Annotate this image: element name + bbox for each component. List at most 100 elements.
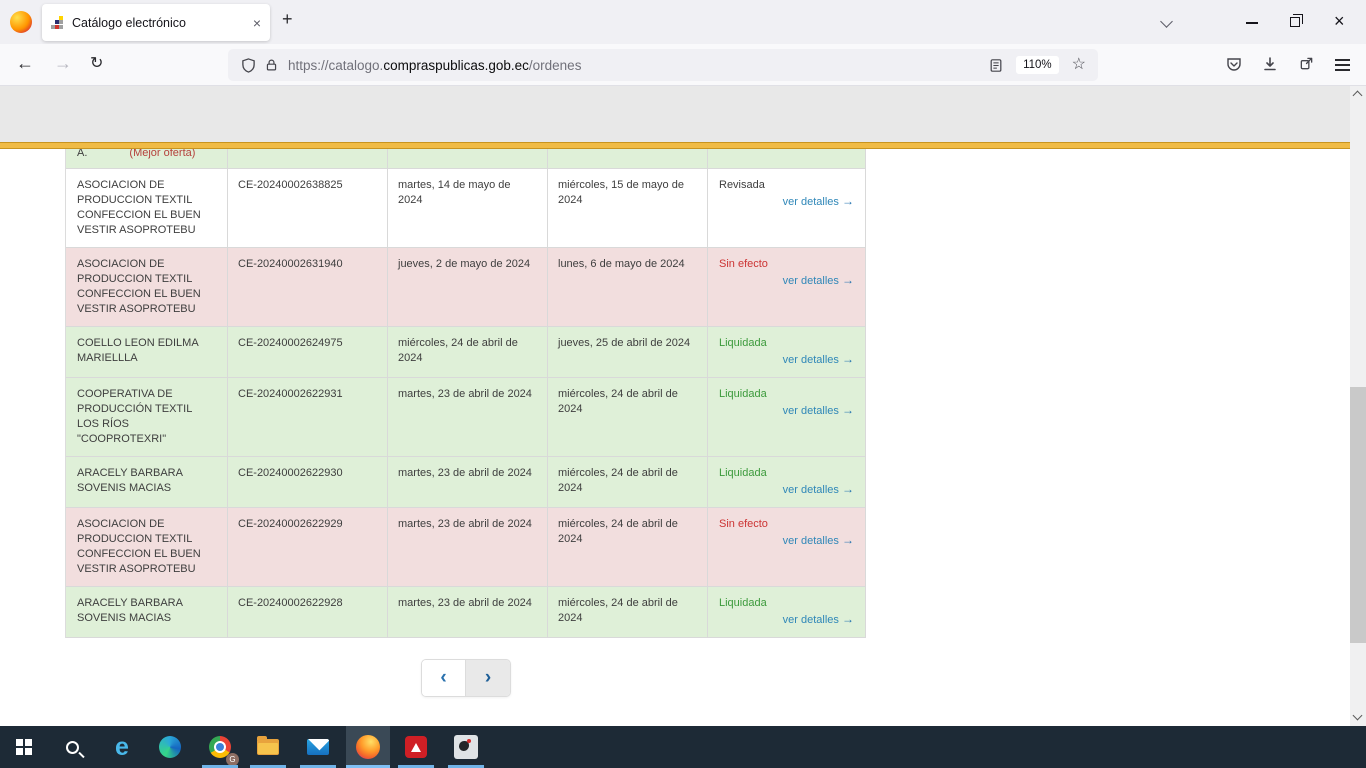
- table-row: COOPERATIVA DE PRODUCCIÓN TEXTIL LOS RÍO…: [66, 378, 866, 457]
- sent-date-cell: martes, 23 de abril de 2024: [388, 457, 548, 507]
- minimize-button[interactable]: [1246, 22, 1258, 24]
- taskbar-chrome-button[interactable]: G: [198, 726, 242, 768]
- bookmark-star-icon[interactable]: ☆: [1072, 57, 1086, 73]
- status-cell: Liquidada ver detalles →: [708, 587, 866, 637]
- url-text[interactable]: https://catalogo.compraspublicas.gob.ec/…: [288, 58, 581, 73]
- table-row: ASOCIACION DE PRODUCCION TEXTIL CONFECCI…: [66, 508, 866, 587]
- status-badge: Liquidada: [719, 466, 854, 481]
- shield-icon[interactable]: [241, 58, 256, 73]
- back-button[interactable]: ←: [16, 53, 34, 74]
- ver-detalles-link[interactable]: ver detalles: [783, 275, 839, 287]
- orders-table: A.(Mejor oferta) ASOCIACION DE PRODUCCIO…: [65, 149, 866, 638]
- taskbar-edge-button[interactable]: [148, 726, 192, 768]
- table-row: ASOCIACION DE PRODUCCION TEXTIL CONFECCI…: [66, 169, 866, 248]
- browser-titlebar: Catálogo electrónico × + ×: [0, 0, 1366, 44]
- reload-button[interactable]: ↻: [90, 53, 103, 73]
- downloads-icon[interactable]: [1262, 56, 1278, 72]
- pagination-prev-button[interactable]: ‹: [422, 660, 466, 696]
- zoom-level-button[interactable]: 110%: [1016, 56, 1059, 74]
- mail-icon: [307, 739, 329, 755]
- provider-cell: ARACELY BARBARA SOVENIS MACIAS: [66, 457, 228, 507]
- tab-list-chevron-icon[interactable]: [1160, 15, 1173, 28]
- ver-detalles-link[interactable]: ver detalles: [783, 354, 839, 366]
- taskbar-file-explorer-button[interactable]: [246, 726, 290, 768]
- reader-mode-icon[interactable]: [989, 58, 1003, 73]
- page-scrollbar[interactable]: [1350, 86, 1366, 726]
- status-badge: Revisada: [719, 178, 854, 193]
- lock-icon[interactable]: [265, 58, 278, 72]
- sent-date-cell: martes, 23 de abril de 2024: [388, 378, 548, 456]
- table-row: ARACELY BARBARA SOVENIS MACIAS CE-202400…: [66, 587, 866, 638]
- status-cell: Liquidada ver detalles →: [708, 327, 866, 377]
- taskbar-acrobat-button[interactable]: [394, 726, 438, 768]
- ver-detalles-link[interactable]: ver detalles: [783, 614, 839, 626]
- site-header: SERCOP SERVICIO NACIONAL DE CONTRATACIÓN…: [0, 86, 1366, 142]
- url-scheme: https://catalogo.: [288, 58, 383, 73]
- order-code-cell: CE-20240002622931: [228, 378, 388, 456]
- acrobat-icon: [405, 736, 427, 758]
- ver-detalles-link[interactable]: ver detalles: [783, 196, 839, 208]
- sent-date-cell: jueves, 2 de mayo de 2024: [388, 248, 548, 326]
- arrow-right-icon: →: [842, 612, 854, 626]
- ver-detalles-link[interactable]: ver detalles: [783, 535, 839, 547]
- scroll-up-icon[interactable]: [1353, 91, 1363, 101]
- order-code-cell: CE-20240002638825: [228, 169, 388, 247]
- arrow-right-icon: →: [842, 194, 854, 208]
- scroll-down-icon[interactable]: [1353, 711, 1363, 721]
- table-row: ASOCIACION DE PRODUCCION TEXTIL CONFECCI…: [66, 248, 866, 327]
- pocket-icon[interactable]: [1226, 56, 1242, 72]
- arrow-right-icon: →: [842, 482, 854, 496]
- window-close-button[interactable]: ×: [1334, 11, 1345, 32]
- url-path: /ordenes: [529, 58, 582, 73]
- send-to-device-icon[interactable]: [1299, 56, 1314, 71]
- gold-divider: [0, 142, 1350, 149]
- status-cell: Sin efecto ver detalles →: [708, 248, 866, 326]
- table-row: ARACELY BARBARA SOVENIS MACIAS CE-202400…: [66, 457, 866, 508]
- status-badge: Sin efecto: [719, 517, 854, 532]
- start-button[interactable]: [2, 726, 46, 768]
- status-cell: Liquidada ver detalles →: [708, 378, 866, 456]
- provider-cell: ASOCIACION DE PRODUCCION TEXTIL CONFECCI…: [66, 508, 228, 586]
- windows-taskbar: e G 1 31°C Parc. soleado ∧: [0, 726, 1366, 768]
- taskbar-firefox-button[interactable]: [346, 726, 390, 768]
- order-code-cell: CE-20240002631940: [228, 248, 388, 326]
- taskbar-mail-button[interactable]: [296, 726, 340, 768]
- browser-tab[interactable]: Catálogo electrónico ×: [42, 4, 270, 41]
- windows-logo-icon: [16, 739, 32, 755]
- new-tab-button[interactable]: +: [282, 9, 293, 30]
- scrollbar-thumb[interactable]: [1350, 387, 1366, 643]
- provider-cell: ASOCIACION DE PRODUCCION TEXTIL CONFECCI…: [66, 248, 228, 326]
- firefox-logo-icon[interactable]: [10, 11, 32, 33]
- provider-cell: COOPERATIVA DE PRODUCCIÓN TEXTIL LOS RÍO…: [66, 378, 228, 456]
- status-badge: Liquidada: [719, 596, 854, 611]
- java-app-icon: [454, 735, 478, 759]
- pagination-next-button[interactable]: ›: [466, 660, 510, 696]
- tab-title: Catálogo electrónico: [72, 16, 245, 30]
- browser-toolbar: ← → ↻ https://catalogo.compraspublicas.g…: [0, 44, 1366, 86]
- response-date-cell: miércoles, 24 de abril de 2024: [548, 378, 708, 456]
- status-badge: Liquidada: [719, 336, 854, 351]
- taskbar-ie-button[interactable]: e: [100, 726, 144, 768]
- taskbar-java-app-button[interactable]: [444, 726, 488, 768]
- sent-date-cell: martes, 14 de mayo de 2024: [388, 169, 548, 247]
- order-code-cell: CE-20240002622929: [228, 508, 388, 586]
- response-date-cell: jueves, 25 de abril de 2024: [548, 327, 708, 377]
- status-cell: Sin efecto ver detalles →: [708, 508, 866, 586]
- status-badge: Liquidada: [719, 387, 854, 402]
- menu-hamburger-icon[interactable]: [1335, 59, 1350, 74]
- sent-date-cell: miércoles, 24 de abril de 2024: [388, 327, 548, 377]
- restore-button[interactable]: [1290, 17, 1300, 27]
- internet-explorer-icon: e: [115, 735, 129, 760]
- url-bar[interactable]: https://catalogo.compraspublicas.gob.ec/…: [228, 49, 1098, 81]
- order-code-cell: CE-20240002624975: [228, 327, 388, 377]
- ver-detalles-link[interactable]: ver detalles: [783, 405, 839, 417]
- ver-detalles-link[interactable]: ver detalles: [783, 484, 839, 496]
- status-badge: Sin efecto: [719, 257, 854, 272]
- arrow-right-icon: →: [842, 273, 854, 287]
- forward-button[interactable]: →: [54, 53, 72, 74]
- order-code-cell: CE-20240002622930: [228, 457, 388, 507]
- tab-close-icon[interactable]: ×: [253, 15, 261, 31]
- sent-date-cell: martes, 23 de abril de 2024: [388, 508, 548, 586]
- tab-favicon-icon: [51, 16, 64, 29]
- taskbar-search-button[interactable]: [50, 726, 94, 768]
